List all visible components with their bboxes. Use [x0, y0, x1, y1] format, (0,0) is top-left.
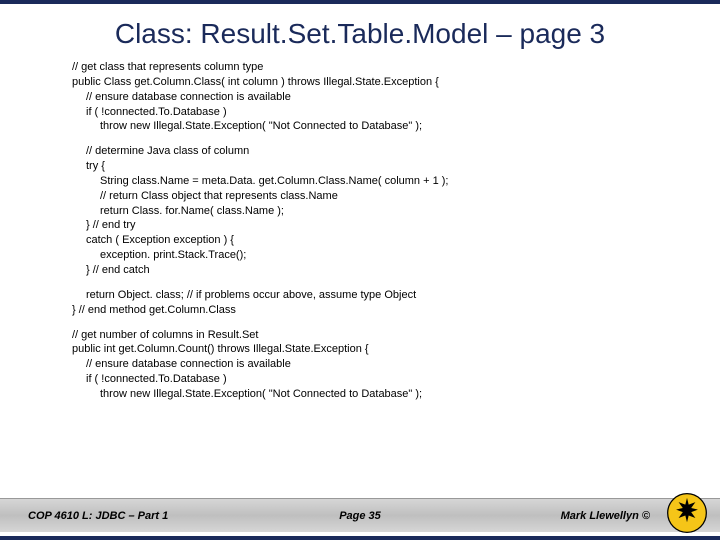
code-line: return Object. class; // if problems occ… — [72, 288, 648, 303]
footer-bar: COP 4610 L: JDBC – Part 1 Page 35 Mark L… — [0, 498, 720, 532]
footer-right: Mark Llewellyn © — [561, 510, 650, 522]
code-line: // return Class object that represents c… — [72, 189, 648, 204]
code-line: } // end method get.Column.Class — [72, 303, 648, 318]
code-line: public Class get.Column.Class( int colum… — [72, 75, 648, 90]
code-line: // get class that represents column type — [72, 60, 648, 75]
code-line: String class.Name = meta.Data. get.Colum… — [72, 174, 648, 189]
code-line: try { — [72, 159, 648, 174]
code-line: // ensure database connection is availab… — [72, 90, 648, 105]
code-line: // ensure database connection is availab… — [72, 357, 648, 372]
code-line: } // end try — [72, 218, 648, 233]
code-block-1: // get class that represents column type… — [72, 60, 648, 134]
code-block-2: // determine Java class of column try { … — [72, 144, 648, 278]
code-line: // determine Java class of column — [72, 144, 648, 159]
code-line: } // end catch — [72, 263, 648, 278]
code-line: catch ( Exception exception ) { — [72, 233, 648, 248]
code-line: exception. print.Stack.Trace(); — [72, 248, 648, 263]
slide: Class: Result.Set.Table.Model – page 3 /… — [0, 0, 720, 540]
code-line: public int get.Column.Count() throws Ill… — [72, 342, 648, 357]
slide-title: Class: Result.Set.Table.Model – page 3 — [0, 4, 720, 60]
footer-left: COP 4610 L: JDBC – Part 1 — [28, 510, 168, 522]
code-line: if ( !connected.To.Database ) — [72, 105, 648, 120]
code-block-4: // get number of columns in Result.Set p… — [72, 328, 648, 402]
code-content: // get class that represents column type… — [0, 60, 720, 402]
code-block-3: return Object. class; // if problems occ… — [72, 288, 648, 318]
ucf-logo-icon — [666, 492, 708, 534]
code-line: throw new Illegal.State.Exception( "Not … — [72, 119, 648, 134]
code-line: throw new Illegal.State.Exception( "Not … — [72, 387, 648, 402]
code-line: if ( !connected.To.Database ) — [72, 372, 648, 387]
code-line: return Class. for.Name( class.Name ); — [72, 204, 648, 219]
code-line: // get number of columns in Result.Set — [72, 328, 648, 343]
